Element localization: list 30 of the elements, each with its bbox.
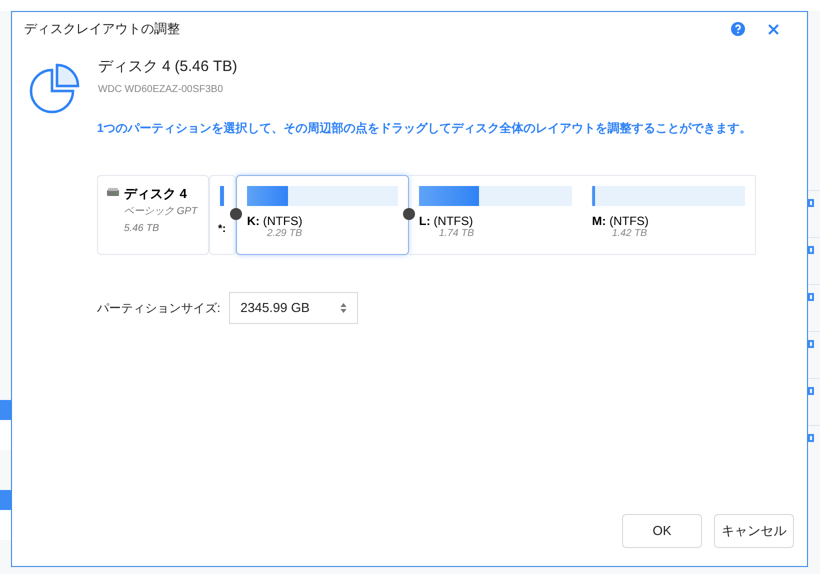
row-highlight — [0, 400, 11, 420]
disk-name: ディスク 4 — [124, 185, 188, 203]
partition-label: K: (NTFS) — [247, 214, 304, 228]
row-highlight — [0, 490, 11, 510]
partition-size: 1.74 TB — [439, 228, 476, 240]
instruction-text: 1つのパーティションを選択して、その周辺部の点をドラッグしてディスク全体のレイアウトを調整することができます。 — [97, 120, 753, 137]
disk-title: ディスク 4 (5.46 TB) — [98, 57, 238, 77]
cancel-button[interactable]: キャンセル — [714, 514, 794, 548]
partition-label: M: (NTFS) — [592, 214, 650, 228]
spin-arrows-icon[interactable] — [340, 302, 348, 314]
close-icon[interactable] — [768, 24, 779, 34]
disk-type: ベーシック GPT — [124, 204, 198, 218]
partition-label: L: (NTFS) — [419, 214, 474, 228]
resize-handle[interactable] — [230, 208, 242, 220]
ok-button[interactable]: OK — [622, 514, 702, 548]
resize-handle[interactable] — [403, 208, 415, 220]
partition-label: *: — [218, 222, 226, 237]
partition-size: 2.29 TB — [267, 228, 304, 240]
help-icon[interactable] — [731, 22, 745, 36]
partition-card[interactable]: K: (NTFS) 2.29 TB — [236, 175, 409, 255]
partition-card[interactable]: M: (NTFS) 1.42 TB — [582, 175, 755, 255]
partition-size: 1.42 TB — [612, 228, 648, 240]
dialog-title: ディスクレイアウトの調整 — [24, 20, 180, 38]
size-label: パーティションサイズ: — [97, 300, 220, 317]
size-spinbox[interactable]: 2345.99 GB — [229, 292, 358, 324]
disk-model: WDC WD60EZAZ-00SF3B0 — [98, 82, 224, 96]
partition-card[interactable]: L: (NTFS) 1.74 TB — [409, 175, 582, 255]
disk-size: 5.46 TB — [124, 222, 160, 236]
drive-icon — [107, 188, 119, 196]
pie-chart-icon — [29, 62, 81, 114]
